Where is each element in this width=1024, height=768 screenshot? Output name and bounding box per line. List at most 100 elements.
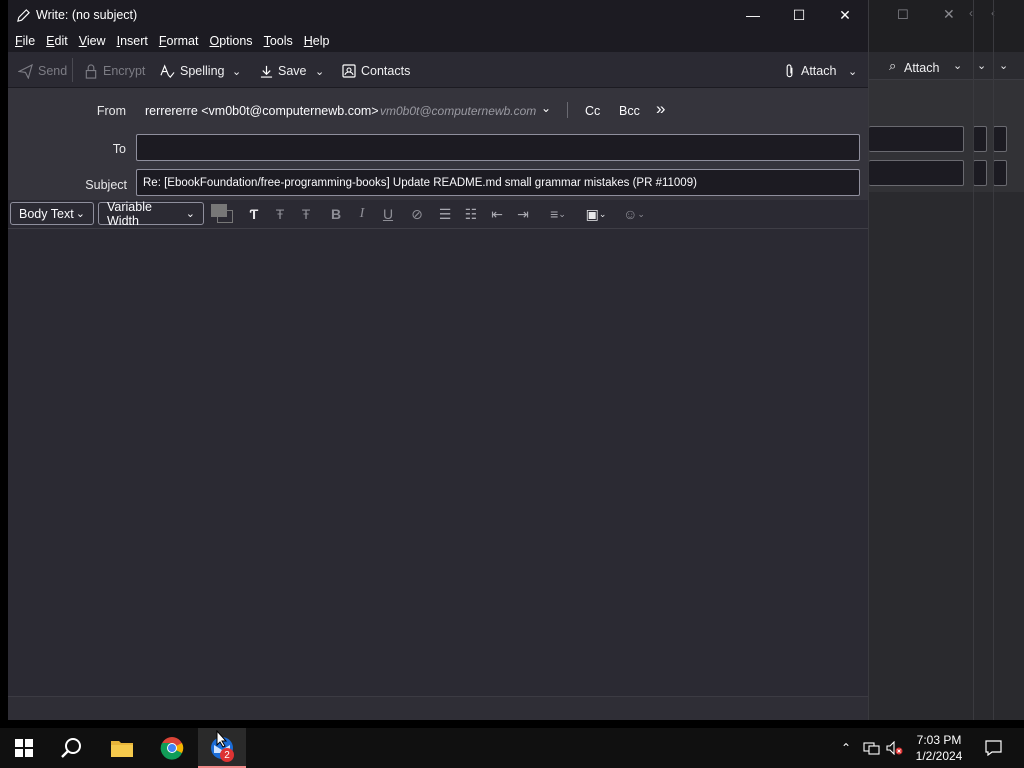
header-separator [567,102,568,118]
attach-label: Attach [801,64,837,78]
insert-image-icon[interactable]: ▣ ⌄ [581,206,611,222]
chrome-button[interactable] [148,728,196,768]
chevron-down-icon: ⌄ [848,65,858,78]
text-color-picker[interactable] [211,204,235,225]
volume-muted-icon[interactable] [884,728,906,768]
menu-options[interactable]: Options [205,34,256,48]
from-email: vm0b0t@computernewb.com [380,104,537,118]
show-hidden-icons-button[interactable]: ⌃ [836,728,856,768]
address-book-icon [342,64,356,78]
indent-icon[interactable]: ⇥ [513,206,533,222]
font-size-icon[interactable]: Ƭ [244,206,264,222]
to-label: To [112,142,126,156]
file-explorer-button[interactable] [98,728,146,768]
paragraph-format-select[interactable]: Body Text ⌄ [10,202,94,225]
attach-dropdown[interactable]: ⌄ [848,61,857,81]
menu-edit[interactable]: Edit [42,34,72,48]
from-label: From [96,104,126,118]
spelling-dropdown[interactable]: ⌄ [232,61,241,81]
chevron-down-icon: ⌄ [185,208,195,220]
more-fields-button[interactable]: » [656,99,665,119]
to-input[interactable] [136,134,860,161]
italic-icon[interactable]: I [352,206,372,222]
from-dropdown-icon[interactable]: ⌄ [541,101,551,115]
emoji-icon[interactable]: ☺ ⌄ [619,206,649,222]
maximize-button[interactable]: ☐ [776,0,822,30]
spelling-button[interactable]: Spelling [160,61,224,81]
menu-file[interactable]: File [11,34,39,48]
title-bar: Write: (no subject) — ☐ ✕ [8,0,868,30]
format-toolbar: Body Text ⌄ Variable Width ⌄ Ƭ Ŧ Ŧ B I U… [8,200,868,229]
bcc-button[interactable]: Bcc [619,104,640,118]
spelling-label: Spelling [180,64,225,78]
background-window-header [869,80,1024,192]
maximize-icon: ☐ [792,6,806,23]
send-icon [18,63,33,79]
clear-format-icon[interactable]: ⊘ [407,206,427,222]
download-icon [260,65,273,78]
menu-view[interactable]: View [75,34,110,48]
chevron-down-icon: ⌄ [232,65,242,78]
menu-help[interactable]: Help [300,34,334,48]
smaller-text-icon[interactable]: Ŧ [270,206,290,222]
attach-button[interactable]: Attach [784,61,836,81]
paperclip-icon [786,63,793,77]
compose-toolbar: Send Encrypt Spelling ⌄ Save ⌄ Contacts … [8,52,868,88]
encrypt-label: Encrypt [103,64,146,78]
underline-icon[interactable]: U [378,206,398,222]
encrypt-button[interactable]: Encrypt [84,61,145,81]
numbered-list-icon[interactable]: ☷ [461,206,481,222]
paperclip-icon: ⌕ [889,58,897,73]
pencil-icon [16,8,31,26]
lock-icon [85,63,97,79]
send-label: Send [38,64,68,78]
search-icon [61,738,81,758]
contacts-button[interactable]: Contacts [342,61,410,81]
font-value: Variable Width [107,199,152,228]
save-dropdown[interactable]: ⌄ [315,61,324,81]
cc-button[interactable]: Cc [585,104,600,118]
unread-badge: 2 [220,748,234,762]
subject-input[interactable]: Re: [EbookFoundation/free-programming-bo… [136,169,860,196]
status-bar [8,696,868,720]
chevron-down-icon: ⌄ [977,60,987,72]
outdent-icon[interactable]: ⇤ [487,206,507,222]
subject-label: Subject [85,178,127,192]
background-window-titlebar: ☐ ✕ ‹ ‹ [869,0,1024,30]
clock-time: 7:03 PM [916,733,962,747]
taskbar: 2 ⌃ 7:03 PM 1/2/2024 [0,728,1024,768]
chevron-down-icon: ⌄ [315,65,325,78]
network-icon[interactable] [860,728,882,768]
menu-format[interactable]: Format [155,34,203,48]
from-identity[interactable]: rerrererre <vm0b0t@computernewb.com> [145,104,379,118]
chevron-down-icon: ⌄ [999,60,1009,72]
menu-tools[interactable]: Tools [260,34,297,48]
larger-text-icon[interactable]: Ŧ [296,206,316,222]
attach-ghost-label: Attach [904,61,940,75]
send-button[interactable]: Send [18,61,67,81]
close-icon: ✕ [943,6,955,22]
clock[interactable]: 7:03 PM 1/2/2024 [908,728,970,768]
chevron-down-icon: ⌄ [75,208,85,220]
menu-insert[interactable]: Insert [113,34,152,48]
minimize-button[interactable]: — [730,0,776,30]
background-window-toolbar: ⌕ Attach ⌄ ⌄ ⌄ [869,52,1024,80]
contacts-label: Contacts [361,64,411,78]
start-button[interactable] [0,728,48,768]
align-icon[interactable]: ≡ ⌄ [543,206,573,222]
bullet-list-icon[interactable]: ☰ [435,206,455,222]
compose-window: Write: (no subject) — ☐ ✕ File Edit View… [8,0,868,720]
close-icon: ✕ [839,6,851,23]
maximize-icon: ☐ [897,7,909,22]
save-button[interactable]: Save [260,61,307,81]
notifications-button[interactable] [978,728,1008,768]
clock-date: 1/2/2024 [915,749,963,763]
font-select[interactable]: Variable Width ⌄ [98,199,204,228]
menu-bar: File Edit View Insert Format Options Too… [8,30,868,52]
search-button[interactable] [48,728,96,768]
close-button[interactable]: ✕ [822,0,868,30]
notification-icon [984,740,1002,756]
background-window-1: ☐ ✕ ‹ ‹ ⌕ Attach ⌄ ⌄ ⌄ [868,0,1024,720]
bold-icon[interactable]: B [326,206,346,222]
message-body-editor[interactable] [8,229,868,696]
